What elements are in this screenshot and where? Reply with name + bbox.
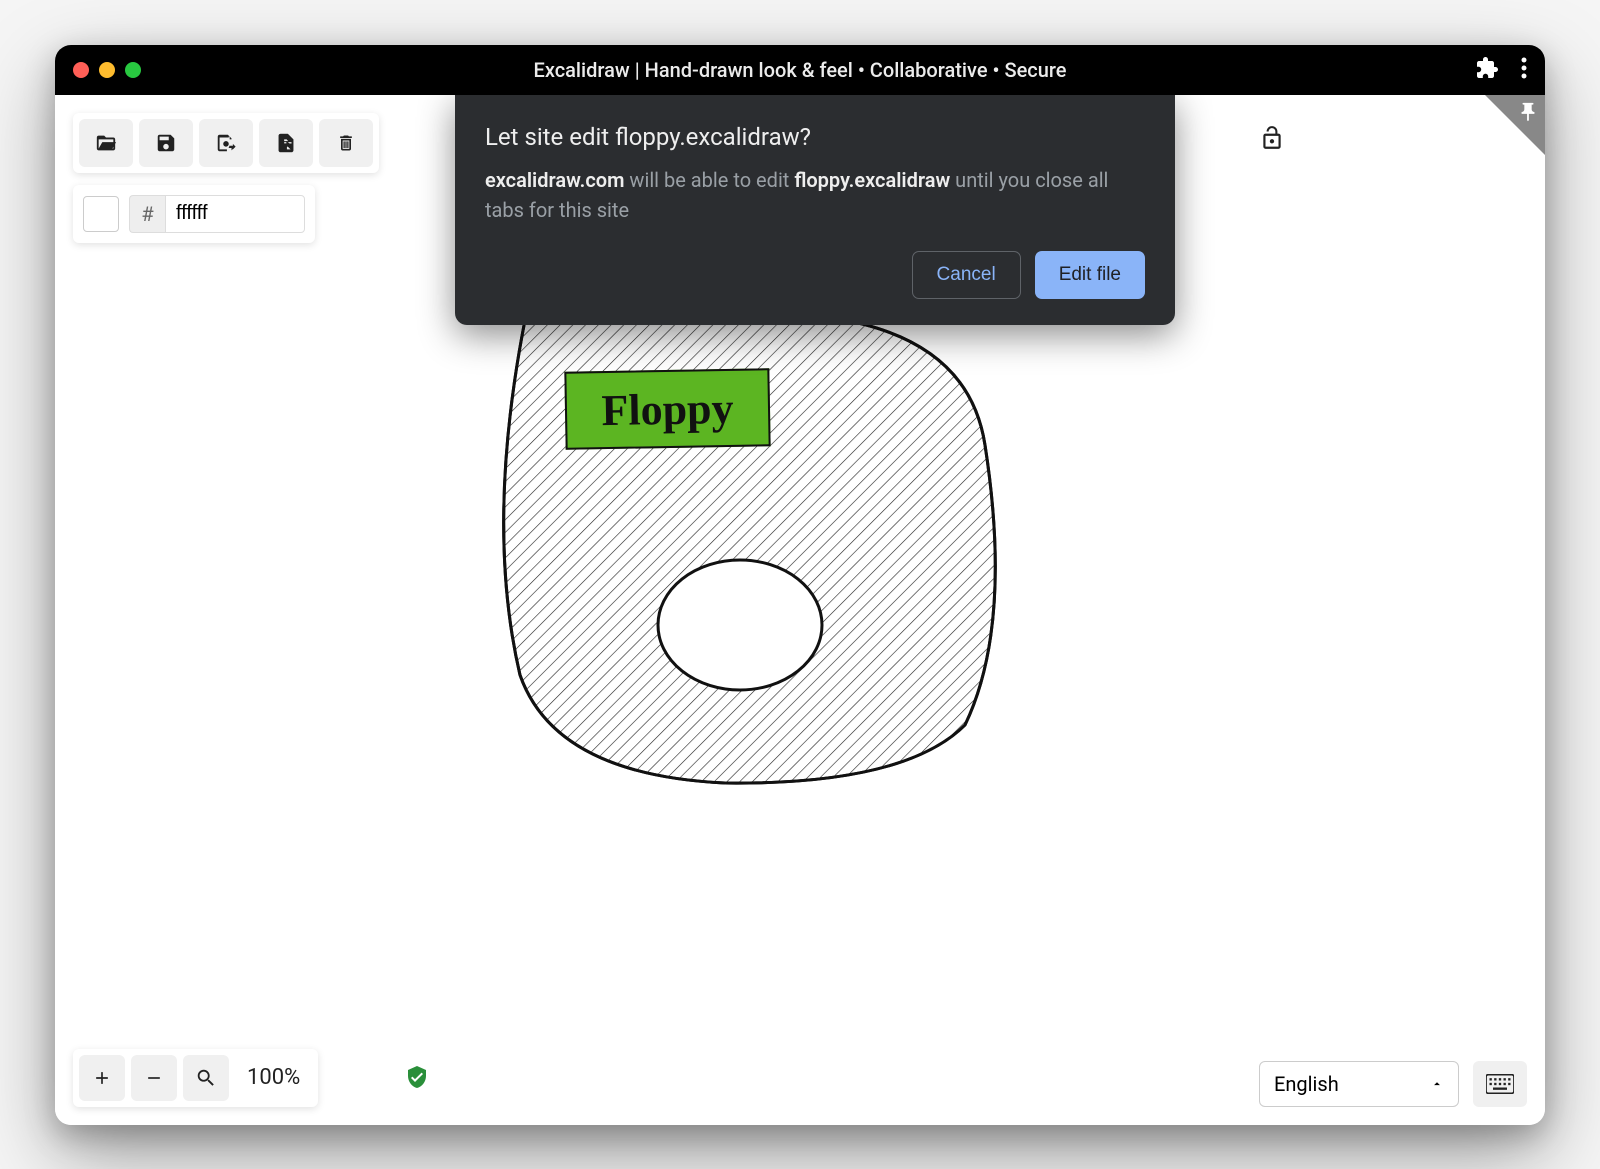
dialog-title: Let site edit floppy.excalidraw?	[485, 123, 1145, 151]
app-window: Excalidraw | Hand-drawn look & feel • Co…	[55, 45, 1545, 1125]
delete-button[interactable]	[319, 119, 373, 167]
language-select[interactable]: English	[1259, 1061, 1459, 1107]
color-swatch[interactable]	[83, 196, 119, 232]
zoom-in-button[interactable]	[79, 1055, 125, 1101]
zoom-level-label: 100%	[235, 1065, 312, 1090]
hex-hash-label: #	[129, 195, 165, 233]
traffic-lights	[73, 62, 141, 78]
dialog-body: excalidraw.com will be able to edit flop…	[485, 165, 1145, 225]
canvas-text-label[interactable]: Floppy	[564, 368, 770, 450]
color-panel: #	[73, 185, 315, 243]
close-window-button[interactable]	[73, 62, 89, 78]
dialog-site-name: excalidraw.com	[485, 168, 624, 192]
save-button[interactable]	[139, 119, 193, 167]
open-button[interactable]	[79, 119, 133, 167]
titlebar-right	[1475, 56, 1527, 84]
browser-menu-icon[interactable]	[1521, 56, 1527, 84]
shield-icon[interactable]	[405, 1065, 429, 1093]
permission-dialog: Let site edit floppy.excalidraw? excalid…	[455, 95, 1175, 325]
dialog-file-name: floppy.excalidraw	[794, 168, 950, 192]
extension-icon[interactable]	[1475, 56, 1499, 84]
lock-icon[interactable]	[1259, 125, 1285, 155]
zoom-out-button[interactable]	[131, 1055, 177, 1101]
chevron-up-icon	[1430, 1072, 1444, 1096]
zoom-reset-button[interactable]	[183, 1055, 229, 1101]
export-button[interactable]	[259, 119, 313, 167]
pin-icon[interactable]	[1517, 101, 1539, 127]
hex-color-input[interactable]	[165, 195, 305, 233]
titlebar: Excalidraw | Hand-drawn look & feel • Co…	[55, 45, 1545, 95]
top-toolbar	[73, 113, 379, 173]
zoom-controls: 100%	[73, 1049, 318, 1107]
edit-file-button[interactable]: Edit file	[1035, 251, 1145, 299]
maximize-window-button[interactable]	[125, 62, 141, 78]
dialog-text-1: will be able to edit	[624, 168, 794, 192]
bottom-right-controls: English	[1259, 1061, 1527, 1107]
cancel-button[interactable]: Cancel	[912, 251, 1021, 299]
language-selected-label: English	[1274, 1072, 1339, 1096]
window-title: Excalidraw | Hand-drawn look & feel • Co…	[534, 58, 1067, 82]
minimize-window-button[interactable]	[99, 62, 115, 78]
save-as-button[interactable]	[199, 119, 253, 167]
dialog-actions: Cancel Edit file	[485, 251, 1145, 299]
keyboard-shortcuts-button[interactable]	[1473, 1061, 1527, 1107]
content-area: # Floppy	[55, 95, 1545, 1125]
